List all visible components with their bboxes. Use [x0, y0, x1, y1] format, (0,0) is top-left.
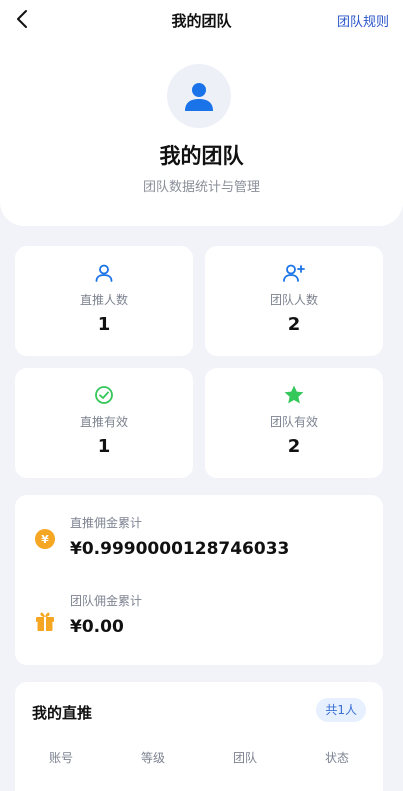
user-avatar-icon: [185, 83, 213, 111]
column-header-account: 账号: [48, 751, 73, 765]
column-header-team: 团队: [232, 751, 257, 765]
stat-card-team-valid[interactable]: 团队有效 2: [205, 368, 383, 478]
commission-card: ¥ 直推佣金累计 ¥0.9990000128746033 团队佣金累计 ¥0.0…: [15, 495, 383, 665]
stat-card-direct-valid[interactable]: 直推有效 1: [15, 368, 193, 478]
stat-label: 直推有效: [79, 415, 128, 429]
stat-value: 2: [287, 314, 301, 335]
column-header-level: 等级: [140, 751, 165, 765]
team-rules-link[interactable]: 团队规则: [337, 11, 389, 30]
direct-commission-value: ¥0.9990000128746033: [70, 539, 290, 559]
coin-glyph: ¥: [41, 533, 49, 546]
stat-label: 直推人数: [79, 293, 128, 307]
check-circle-icon: [95, 386, 113, 404]
coin-icon: ¥: [35, 529, 55, 549]
stat-value: 2: [287, 436, 301, 457]
user-plus-icon: [283, 264, 305, 282]
team-commission-value: ¥0.00: [70, 617, 124, 637]
stat-card-team-count[interactable]: 团队人数 2: [205, 246, 383, 356]
stat-value: 1: [97, 436, 111, 457]
table-header: 账号 等级 团队 状态: [15, 749, 383, 766]
team-commission-label: 团队佣金累计: [70, 594, 143, 608]
avatar: [167, 64, 231, 128]
direct-referrals-title: 我的直推: [32, 704, 93, 722]
nav-bar: 我的团队 团队规则: [0, 0, 403, 40]
header-section: 我的团队 团队规则 我的团队 团队数据统计与管理: [0, 0, 403, 226]
column-header-status: 状态: [324, 751, 349, 765]
user-icon: [95, 264, 113, 282]
direct-commission-label: 直推佣金累计: [70, 516, 143, 530]
gift-icon: [36, 612, 54, 631]
stat-value: 1: [97, 314, 111, 335]
star-icon: [284, 385, 304, 404]
count-badge: 共1人: [316, 698, 366, 722]
team-commission-row: 团队佣金累计 ¥0.00: [15, 581, 383, 641]
page-subtitle: 团队数据统计与管理: [142, 180, 260, 195]
stat-label: 团队有效: [269, 415, 318, 429]
direct-commission-row: ¥ 直推佣金累计 ¥0.9990000128746033: [15, 495, 383, 559]
stat-label: 团队人数: [269, 293, 318, 307]
direct-referrals-card: 我的直推 共1人 账号 等级 团队 状态: [15, 682, 383, 791]
page-title: 我的团队: [159, 144, 244, 168]
stat-card-direct-count[interactable]: 直推人数 1: [15, 246, 193, 356]
